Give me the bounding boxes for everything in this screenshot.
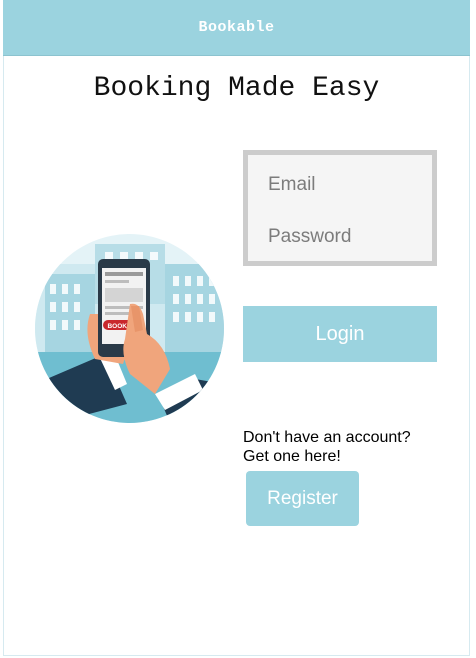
top-bar: Bookable	[3, 0, 470, 56]
app-brand: Bookable	[198, 19, 275, 36]
credentials-box	[243, 150, 437, 266]
page-headline: Booking Made Easy	[93, 73, 380, 104]
signup-prompt-line2: Get one here!	[243, 448, 341, 465]
booking-illustration: BOOKING	[35, 234, 224, 423]
login-button[interactable]: Login	[243, 306, 437, 362]
signup-prompt: Don't have an account? Get one here!	[243, 428, 463, 466]
register-button[interactable]: Register	[246, 471, 359, 526]
password-field[interactable]	[268, 222, 418, 252]
email-field[interactable]	[268, 170, 418, 200]
signup-prompt-line1: Don't have an account?	[243, 429, 411, 446]
